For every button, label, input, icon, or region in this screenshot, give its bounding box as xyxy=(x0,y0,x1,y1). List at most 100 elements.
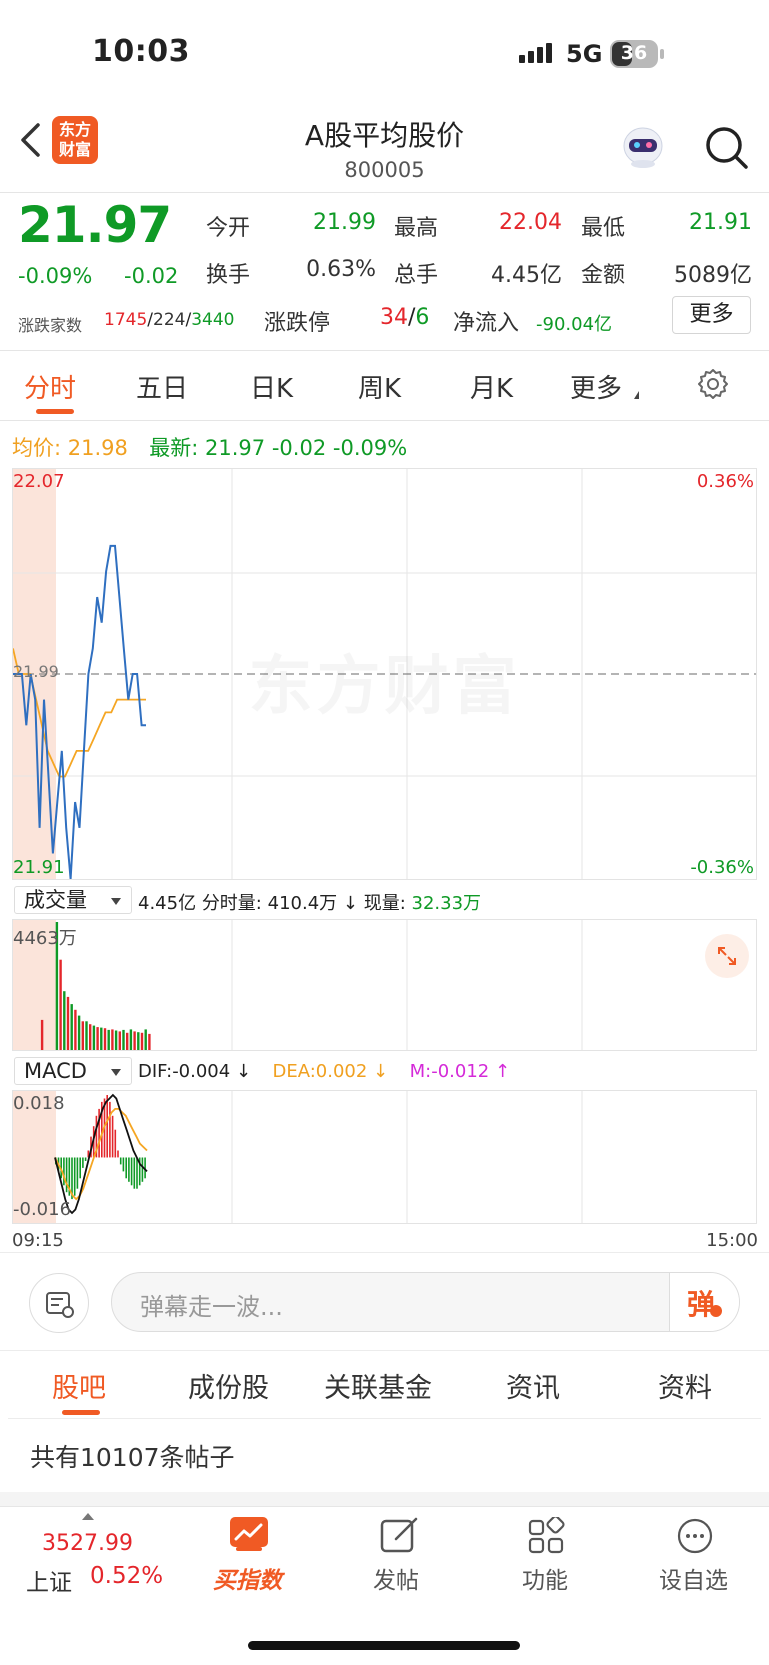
open-label: 今开 xyxy=(206,216,251,241)
volume-bar xyxy=(77,1015,81,1050)
volume-bar xyxy=(100,1027,103,1050)
tab-more[interactable]: 更多 xyxy=(570,368,622,405)
danmu-input[interactable]: 弹幕走一波... 弹 xyxy=(111,1272,740,1332)
turnover-label: 换手 xyxy=(206,263,251,288)
more-button[interactable]: 更多 xyxy=(672,296,751,334)
macd-histogram-bar xyxy=(106,1095,108,1158)
volume-bar xyxy=(96,1027,99,1050)
tab-constituents[interactable]: 成份股 xyxy=(188,1366,269,1405)
indicator-select-macd[interactable]: MACD xyxy=(14,1057,132,1085)
tab-active-indicator xyxy=(36,409,74,414)
macd-dif: DIF:-0.004 xyxy=(138,1061,231,1082)
time-end: 15:00 xyxy=(706,1230,758,1251)
home-indicator xyxy=(248,1641,520,1650)
expand-button[interactable] xyxy=(705,934,749,978)
change-percent: -0.09% xyxy=(18,264,93,288)
macd-chart[interactable]: 0.018 -0.016 xyxy=(12,1090,757,1224)
tab-news[interactable]: 资讯 xyxy=(506,1366,560,1405)
macd-histogram-bar xyxy=(136,1157,138,1189)
tab-related-funds[interactable]: 关联基金 xyxy=(324,1366,432,1405)
danmu-settings-icon xyxy=(46,1292,74,1318)
tab-guba[interactable]: 股吧 xyxy=(52,1366,106,1405)
volume-chart[interactable]: 4463万 xyxy=(12,919,757,1051)
danmu-send-button[interactable]: 弹 xyxy=(669,1273,739,1331)
price-legend: 均价: 21.98 最新: 21.97 -0.02 -0.09% xyxy=(12,432,407,462)
app-screen: 10:03 5G 36 东方 财富 A股平均股价 800005 21.97 -0… xyxy=(0,0,769,1665)
more-dots-icon xyxy=(677,1518,713,1554)
tab-five-day[interactable]: 五日 xyxy=(136,368,188,405)
volume-bar xyxy=(114,1030,118,1050)
danmu-placeholder: 弹幕走一波... xyxy=(140,1293,283,1321)
buy-index-button[interactable]: 买指数 xyxy=(205,1517,291,1597)
macd-histogram-bar xyxy=(125,1157,127,1179)
battery-level: 36 xyxy=(620,42,648,64)
macd-histogram-bar xyxy=(65,1157,68,1193)
indicator-select-volume[interactable]: 成交量 xyxy=(14,886,132,914)
select-arrow-icon xyxy=(111,898,121,905)
volume-bar xyxy=(103,1028,107,1050)
functions-button[interactable]: 功能 xyxy=(512,1517,582,1597)
tab-weekly-k[interactable]: 周K xyxy=(358,368,401,405)
post-count: 共有10107条帖子 xyxy=(30,1443,235,1472)
down-arrow-icon: ↓ xyxy=(342,893,358,914)
current-volume: 32.33万 xyxy=(411,893,482,914)
tab-daily-k[interactable]: 日K xyxy=(250,368,293,405)
limit-values: 34/6 xyxy=(380,305,430,330)
volume-bar xyxy=(118,1031,121,1050)
time-start: 09:15 xyxy=(12,1230,64,1251)
breadth-flat: 224 xyxy=(153,310,186,330)
tab-profile[interactable]: 资料 xyxy=(658,1366,712,1405)
minute-volume-label: 分时量: xyxy=(201,893,262,914)
tab-active-indicator xyxy=(62,1410,100,1415)
volume-bar xyxy=(140,1032,144,1050)
macd-histogram-bar xyxy=(128,1157,130,1182)
macd-top-label: 0.018 xyxy=(13,1093,65,1114)
divider xyxy=(0,420,769,421)
breadth-down: 3440 xyxy=(191,310,235,330)
robot-assistant-icon[interactable] xyxy=(620,124,666,170)
tab-intraday[interactable]: 分时 xyxy=(24,368,76,405)
index-up-triangle-icon xyxy=(82,1513,94,1520)
change-amount: -0.02 xyxy=(124,264,179,288)
volume-info: 4.45亿 分时量: 410.4万 ↓ 现量: 32.33万 xyxy=(138,889,481,915)
section-gap xyxy=(0,1492,769,1506)
signal-icon xyxy=(519,41,555,65)
volume-bar xyxy=(40,1019,44,1050)
volume-bar xyxy=(133,1031,136,1050)
pct-bottom-label: -0.36% xyxy=(690,857,754,878)
breadth-up: 1745 xyxy=(104,310,148,330)
index-pct[interactable]: 0.52% xyxy=(90,1563,163,1589)
volume-bar xyxy=(144,1029,147,1050)
volume-bar xyxy=(111,1029,114,1050)
volume-bar xyxy=(66,996,70,1050)
volume-bar xyxy=(137,1032,140,1050)
buy-index-label: 买指数 xyxy=(213,1568,282,1594)
chart-watermark: 东方财富 xyxy=(13,635,756,727)
index-name[interactable]: 上证 xyxy=(26,1563,72,1597)
post-label: 发帖 xyxy=(373,1568,419,1594)
check-badge-icon xyxy=(710,1305,722,1317)
limit-label: 涨跌停 xyxy=(264,311,331,336)
price-top-label: 22.07 xyxy=(13,471,65,492)
tab-monthly-k[interactable]: 月K xyxy=(470,368,513,405)
netflow-label: 净流入 xyxy=(453,311,520,336)
settings-gear-icon[interactable] xyxy=(696,367,730,401)
divider xyxy=(0,192,769,193)
functions-label: 功能 xyxy=(522,1568,568,1594)
amount-label: 金额 xyxy=(581,263,626,288)
battery-icon: 36 xyxy=(610,40,664,68)
avg-value: 21.98 xyxy=(67,436,128,460)
breadth-values: 1745/224/3440 xyxy=(104,310,235,330)
latest-change: -0.02 xyxy=(271,436,327,460)
index-value[interactable]: 3527.99 xyxy=(42,1531,133,1556)
post-button[interactable]: 发帖 xyxy=(365,1517,435,1597)
add-watchlist-button[interactable]: 设自选 xyxy=(652,1517,738,1597)
intraday-price-chart[interactable]: 东方财富 22.07 21.99 21.91 0.36% -0.36% xyxy=(12,468,757,880)
volume-chart-svg xyxy=(40,920,583,1050)
search-icon[interactable] xyxy=(703,124,749,170)
macd-histogram-bar xyxy=(117,1150,119,1158)
netflow-value: -90.04亿 xyxy=(536,314,613,335)
dropdown-triangle-icon xyxy=(634,391,639,399)
danmu-toggle-button[interactable] xyxy=(29,1273,89,1333)
volume-bar xyxy=(70,1004,73,1050)
